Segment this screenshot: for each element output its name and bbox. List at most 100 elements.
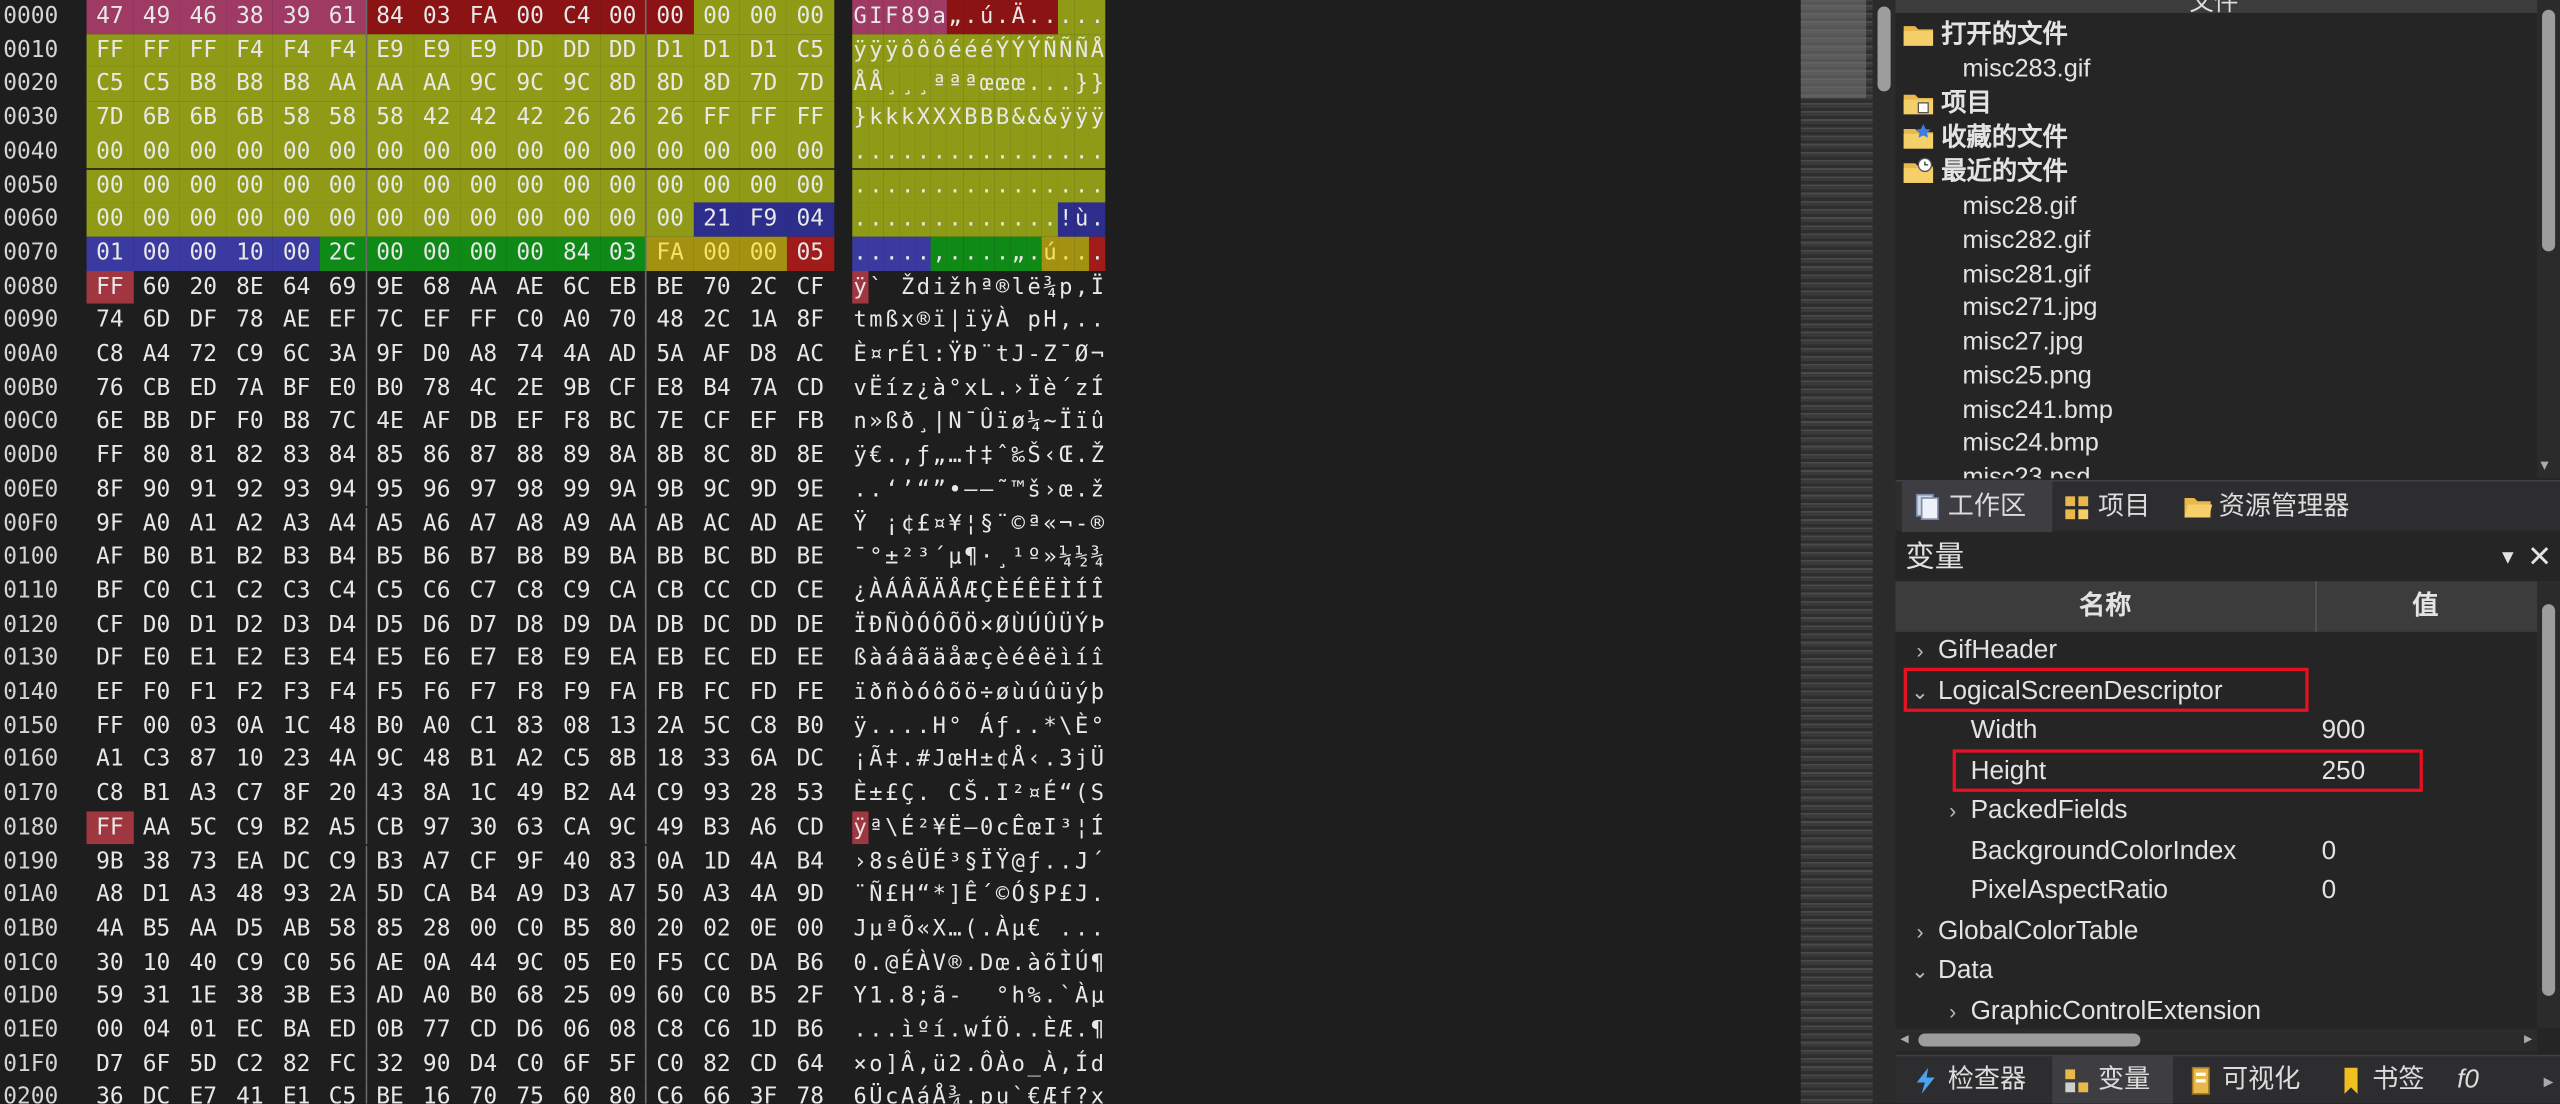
hex-byte[interactable]: 6F (553, 1047, 601, 1082)
hex-row[interactable]: 0120 CF D0 D1 D2 D3 D4 D5 D6 D7 D8 D9 DA DB DC DD DE Ï Ð Ñ Ò… (0, 608, 1143, 643)
hex-byte[interactable]: C4 (320, 574, 367, 609)
ascii-char[interactable]: Ü (1057, 608, 1074, 643)
hex-byte[interactable]: D8 (740, 337, 787, 372)
ascii-char[interactable]: . (1073, 1013, 1090, 1048)
hex-byte[interactable]: FC (693, 675, 741, 710)
ascii-char[interactable]: . (1026, 236, 1043, 271)
minimap[interactable] (1800, 0, 1896, 1104)
hex-byte[interactable]: 00 (740, 236, 787, 271)
ascii-char[interactable]: Ð (868, 608, 884, 643)
ascii-char[interactable]: Ò (899, 608, 916, 643)
column-header-value[interactable]: 值 (2317, 581, 2534, 632)
hex-byte[interactable]: DA (740, 946, 787, 981)
hex-byte[interactable]: AA (133, 811, 180, 845)
ascii-char[interactable]: . (931, 202, 948, 237)
ascii-char[interactable]: Ï (978, 844, 995, 879)
hex-row[interactable]: 01B0 4A B5 AA D5 AB 58 85 28 00 C0 B5 80 20 02 0E 00 Jµ ª Õ… (0, 912, 1143, 947)
hex-byte[interactable]: 80 (600, 1081, 647, 1104)
hex-byte[interactable]: 88 (506, 439, 554, 474)
ascii-char[interactable]: ö (962, 675, 979, 710)
ascii-char[interactable]: Ï (1057, 405, 1074, 440)
ascii-char[interactable]: w (962, 1013, 979, 1048)
hex-byte[interactable]: 9B (646, 473, 694, 507)
ascii-char[interactable]: ° (947, 709, 963, 744)
ascii-char[interactable]: à (868, 642, 884, 676)
hex-byte[interactable]: 1D (740, 1013, 787, 1048)
hex-byte[interactable]: A5 (320, 811, 367, 845)
hex-byte[interactable]: B6 (786, 946, 834, 981)
hex-byte[interactable]: 3F (740, 1081, 787, 1104)
hex-byte[interactable]: C8 (86, 777, 134, 812)
hex-byte[interactable]: FA (600, 675, 647, 710)
hex-byte[interactable]: 04 (133, 1013, 180, 1048)
hex-byte[interactable]: A7 (413, 844, 461, 879)
hex-byte[interactable]: 32 (366, 1047, 414, 1082)
hex-byte[interactable]: 39 (273, 0, 320, 34)
hex-byte[interactable]: A3 (693, 878, 741, 913)
ascii-char[interactable]: ¬ (1089, 337, 1106, 372)
ascii-char[interactable]: * (931, 878, 948, 913)
recent-file-item[interactable]: misc282.gif (1962, 224, 2090, 258)
hex-byte[interactable]: E7 (460, 642, 507, 676)
ascii-char[interactable]: . (868, 202, 884, 237)
ascii-char[interactable]: . (1042, 844, 1058, 879)
hex-byte[interactable]: 47 (86, 0, 134, 34)
hex-byte[interactable]: D1 (693, 33, 741, 68)
ascii-char[interactable]: . (1089, 912, 1106, 947)
hex-byte[interactable]: 01 (179, 1013, 227, 1048)
variables-scrollbar[interactable] (2537, 581, 2560, 1029)
recent-file-item[interactable]: misc28.gif (1962, 189, 2076, 223)
hex-byte[interactable]: B3 (366, 844, 414, 879)
hex-byte[interactable]: FF (86, 709, 134, 744)
hex-byte[interactable]: 5F (600, 1047, 647, 1082)
hex-byte[interactable]: 99 (553, 473, 601, 507)
ascii-char[interactable]: . (962, 0, 979, 34)
ascii-char[interactable]: . (868, 709, 884, 744)
hex-byte[interactable]: FF (740, 101, 787, 136)
ascii-char[interactable]: Â (899, 574, 916, 609)
ascii-char[interactable]: ª (978, 270, 995, 305)
ascii-char[interactable]: Ÿ (947, 337, 963, 372)
ascii-char[interactable]: s (883, 844, 900, 879)
tab-explorer[interactable]: 资源管理器 (2173, 482, 2369, 533)
hex-byte[interactable]: CD (460, 1013, 507, 1048)
hex-byte[interactable]: 00 (553, 168, 601, 203)
hex-byte[interactable]: BF (86, 574, 134, 609)
hex-byte[interactable]: CE (786, 574, 834, 609)
ascii-char[interactable]: J (852, 912, 869, 947)
hex-byte[interactable]: 78 (786, 1081, 834, 1104)
ascii-char[interactable]: . (978, 168, 995, 203)
hex-byte[interactable]: B4 (460, 878, 507, 913)
ascii-char[interactable]: ë (1026, 270, 1043, 305)
ascii-char[interactable]: Ÿ (994, 844, 1011, 879)
ascii-char[interactable]: £ (883, 878, 900, 913)
hex-byte[interactable]: DB (460, 405, 507, 440)
ascii-char[interactable]: ‡ (883, 743, 900, 778)
ascii-char[interactable]: d (915, 270, 932, 305)
ascii-char[interactable]: ô (931, 675, 948, 710)
ascii-char[interactable]: . (1073, 912, 1090, 947)
hex-byte[interactable]: 09 (600, 980, 647, 1014)
ascii-char[interactable]: . (1089, 202, 1106, 237)
hex-byte[interactable]: 60 (646, 980, 694, 1014)
ascii-char[interactable]: N (947, 405, 963, 440)
ascii-char[interactable]: Î (1089, 574, 1106, 609)
hex-byte[interactable]: E1 (273, 1081, 320, 1104)
ascii-char[interactable]: k (883, 101, 900, 136)
hex-byte[interactable]: DD (553, 33, 601, 68)
ascii-char[interactable]: º (1026, 540, 1043, 575)
ascii-char[interactable]: ÿ (868, 33, 884, 68)
hex-byte[interactable]: A2 (226, 506, 274, 541)
ascii-char[interactable]: ² (899, 540, 916, 575)
ascii-char[interactable]: ä (931, 642, 948, 676)
ascii-char[interactable]: @ (883, 946, 900, 981)
hex-byte[interactable]: F8 (553, 405, 601, 440)
ascii-char[interactable]: Ê (962, 878, 979, 913)
hex-byte[interactable]: A7 (460, 506, 507, 541)
ascii-char[interactable]: \ (883, 811, 900, 845)
hex-byte[interactable]: 00 (693, 236, 741, 271)
hex-byte[interactable]: 93 (693, 777, 741, 812)
ascii-char[interactable]: . (883, 1013, 900, 1048)
variable-row[interactable]: › GraphicControlExtension (1896, 992, 2536, 1032)
hex-byte[interactable]: E0 (133, 642, 180, 676)
